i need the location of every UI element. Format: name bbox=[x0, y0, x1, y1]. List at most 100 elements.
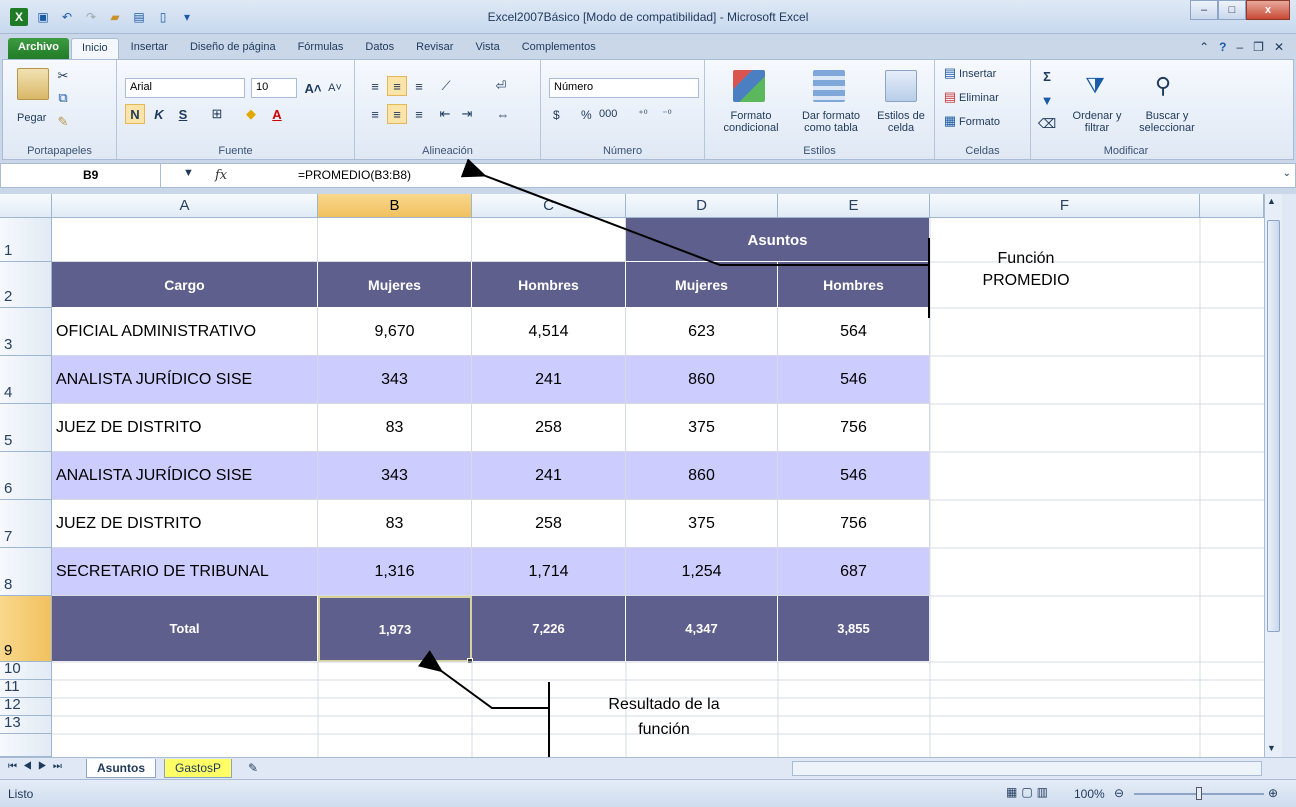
increase-indent-icon[interactable]: ⇥ bbox=[457, 104, 477, 124]
percent-button[interactable]: % bbox=[581, 108, 592, 122]
minimize-ribbon-icon[interactable]: ⌃ bbox=[1199, 40, 1209, 54]
insert-sheet-icon[interactable]: ✎ bbox=[238, 759, 268, 778]
sheet-nav-arrows-icon[interactable]: ⏮◀▶⏭ bbox=[8, 761, 68, 772]
zoom-slider-thumb[interactable] bbox=[1196, 787, 1202, 800]
bold-button[interactable]: N bbox=[125, 104, 145, 124]
cell-styles-icon[interactable] bbox=[885, 70, 917, 102]
conditional-format-icon[interactable] bbox=[733, 70, 765, 102]
name-box[interactable]: B9 bbox=[1, 164, 161, 187]
tab-addins[interactable]: Complementos bbox=[512, 38, 606, 60]
scroll-thumb[interactable] bbox=[1267, 220, 1280, 632]
align-middle-icon[interactable]: ≡ bbox=[387, 76, 407, 96]
view-buttons-icon[interactable]: ▦▢▥ bbox=[1006, 785, 1052, 799]
maximize-button[interactable]: □ bbox=[1218, 0, 1246, 20]
orientation-icon[interactable]: ⟋ bbox=[435, 76, 457, 96]
delete-cells-button[interactable]: Eliminar bbox=[959, 92, 999, 104]
minimize-button[interactable]: – bbox=[1190, 0, 1218, 20]
tab-view[interactable]: Vista bbox=[465, 38, 509, 60]
underline-button[interactable]: S bbox=[173, 104, 193, 124]
autosum-icon[interactable]: Σ bbox=[1039, 68, 1055, 84]
title-bar: X ▣ ↶ ↷ ▰ ▤ ▯ ▾ Excel2007Básico [Modo de… bbox=[0, 0, 1296, 34]
shrink-font-icon[interactable]: A˅ bbox=[325, 78, 345, 98]
tab-file[interactable]: Archivo bbox=[8, 38, 69, 60]
zoom-in-icon[interactable]: ⊕ bbox=[1268, 786, 1278, 800]
name-box-dropdown-icon[interactable]: ▼ bbox=[183, 167, 194, 179]
sort-filter-icon[interactable]: ⧩ bbox=[1079, 70, 1111, 102]
tab-insert[interactable]: Insertar bbox=[121, 38, 178, 60]
close-workbook-icon[interactable]: ✕ bbox=[1274, 40, 1284, 54]
borders-icon[interactable]: ⊞ bbox=[207, 104, 227, 124]
align-right-icon[interactable]: ≡ bbox=[409, 104, 429, 124]
annotation-function-line1: Función bbox=[997, 250, 1055, 267]
tab-home[interactable]: Inicio bbox=[70, 38, 119, 60]
fill-icon[interactable]: ▼ bbox=[1039, 92, 1055, 108]
number-format-select[interactable]: Número bbox=[549, 78, 699, 98]
align-left-icon[interactable]: ≡ bbox=[365, 104, 385, 124]
window-title: Excel2007Básico [Modo de compatibilidad]… bbox=[487, 10, 809, 24]
delete-cells-icon[interactable]: ▤ bbox=[943, 89, 957, 104]
expand-formula-bar-icon[interactable]: ⌄ bbox=[1283, 168, 1291, 179]
conditional-format-button[interactable]: Formato condicional bbox=[713, 110, 789, 134]
cut-icon[interactable]: ✂ bbox=[55, 68, 71, 84]
currency-button[interactable]: $ bbox=[553, 108, 560, 122]
number-group: Número $ % 000 ⁺⁰ ⁻⁰ Número bbox=[541, 60, 705, 159]
sheet-tab-asuntos[interactable]: Asuntos bbox=[86, 759, 156, 778]
status-ready: Listo bbox=[8, 787, 34, 801]
cell-styles-button[interactable]: Estilos de celda bbox=[871, 110, 931, 134]
annotation-result-line2: función bbox=[638, 721, 690, 738]
editing-group-label: Modificar bbox=[1103, 145, 1149, 157]
align-bottom-icon[interactable]: ≡ bbox=[409, 76, 429, 96]
wrap-text-icon[interactable]: ⏎ bbox=[491, 76, 511, 96]
grow-font-icon[interactable]: A˄ bbox=[303, 78, 323, 98]
help-icon[interactable]: ? bbox=[1219, 40, 1226, 54]
paste-icon[interactable] bbox=[17, 68, 49, 100]
paste-button[interactable]: Pegar bbox=[17, 112, 46, 124]
font-size-select[interactable]: 10 bbox=[251, 78, 297, 98]
align-top-icon[interactable]: ≡ bbox=[365, 76, 385, 96]
horizontal-scrollbar[interactable] bbox=[792, 761, 1262, 776]
zoom-out-icon[interactable]: ⊖ bbox=[1114, 786, 1124, 800]
align-center-icon[interactable]: ≡ bbox=[387, 104, 407, 124]
insert-function-icon[interactable]: fx bbox=[215, 168, 227, 183]
annotation-function-line2: PROMEDIO bbox=[982, 272, 1070, 289]
format-cells-button[interactable]: Formato bbox=[959, 116, 1000, 128]
sheet-tab-gastosp[interactable]: GastosP bbox=[164, 759, 233, 778]
format-painter-icon[interactable]: ✎ bbox=[55, 114, 71, 130]
format-as-table-icon[interactable] bbox=[813, 70, 845, 102]
merge-center-icon[interactable]: ⇔ bbox=[491, 104, 515, 124]
insert-cells-button[interactable]: Insertar bbox=[959, 68, 996, 80]
font-name-select[interactable]: Arial bbox=[125, 78, 245, 98]
italic-button[interactable]: K bbox=[149, 104, 169, 124]
styles-group-label: Estilos bbox=[803, 145, 836, 157]
cells-group: ▤ Insertar ▤ Eliminar ▦ Formato Celdas bbox=[935, 60, 1031, 159]
tab-formulas[interactable]: Fórmulas bbox=[288, 38, 354, 60]
close-button[interactable]: x bbox=[1246, 0, 1290, 20]
formula-input[interactable]: =PROMEDIO(B3:B8) bbox=[298, 168, 411, 182]
zoom-level[interactable]: 100% bbox=[1074, 787, 1105, 801]
fill-color-icon[interactable]: ◆ bbox=[241, 104, 261, 124]
sort-filter-button[interactable]: Ordenar y filtrar bbox=[1065, 110, 1129, 134]
number-group-label: Número bbox=[602, 145, 643, 157]
format-cells-icon[interactable]: ▦ bbox=[943, 113, 957, 128]
ribbon: Pegar ✂ ⧉ ✎ Portapapeles Arial 10 A˄ A˅ … bbox=[2, 59, 1294, 160]
decrease-decimal-icon[interactable]: ⁻⁰ bbox=[657, 104, 677, 124]
restore-window-icon[interactable]: – bbox=[1236, 40, 1243, 54]
tab-data[interactable]: Datos bbox=[355, 38, 404, 60]
increase-decimal-icon[interactable]: ⁺⁰ bbox=[633, 104, 653, 124]
restore-down-icon[interactable]: ❐ bbox=[1253, 40, 1264, 54]
copy-icon[interactable]: ⧉ bbox=[55, 90, 71, 106]
insert-cells-icon[interactable]: ▤ bbox=[943, 65, 957, 80]
format-as-table-button[interactable]: Dar formato como tabla bbox=[789, 110, 873, 134]
tab-page-layout[interactable]: Diseño de página bbox=[180, 38, 286, 60]
clear-icon[interactable]: ⌫ bbox=[1038, 116, 1056, 132]
scroll-down-icon[interactable]: ▼ bbox=[1267, 743, 1276, 753]
tab-review[interactable]: Revisar bbox=[406, 38, 463, 60]
scroll-up-icon[interactable]: ▲ bbox=[1267, 196, 1276, 206]
vertical-scrollbar[interactable]: ▲ ▼ bbox=[1264, 194, 1282, 757]
find-select-icon[interactable]: ⚲ bbox=[1147, 70, 1179, 102]
find-select-button[interactable]: Buscar y seleccionar bbox=[1131, 110, 1203, 134]
alignment-group: ≡ ≡ ≡ ⟋ ⏎ ≡ ≡ ≡ ⇤ ⇥ ⇔ Alineación bbox=[355, 60, 541, 159]
decrease-indent-icon[interactable]: ⇤ bbox=[435, 104, 455, 124]
font-color-icon[interactable]: A bbox=[267, 104, 287, 124]
thousands-button[interactable]: 000 bbox=[599, 108, 617, 120]
